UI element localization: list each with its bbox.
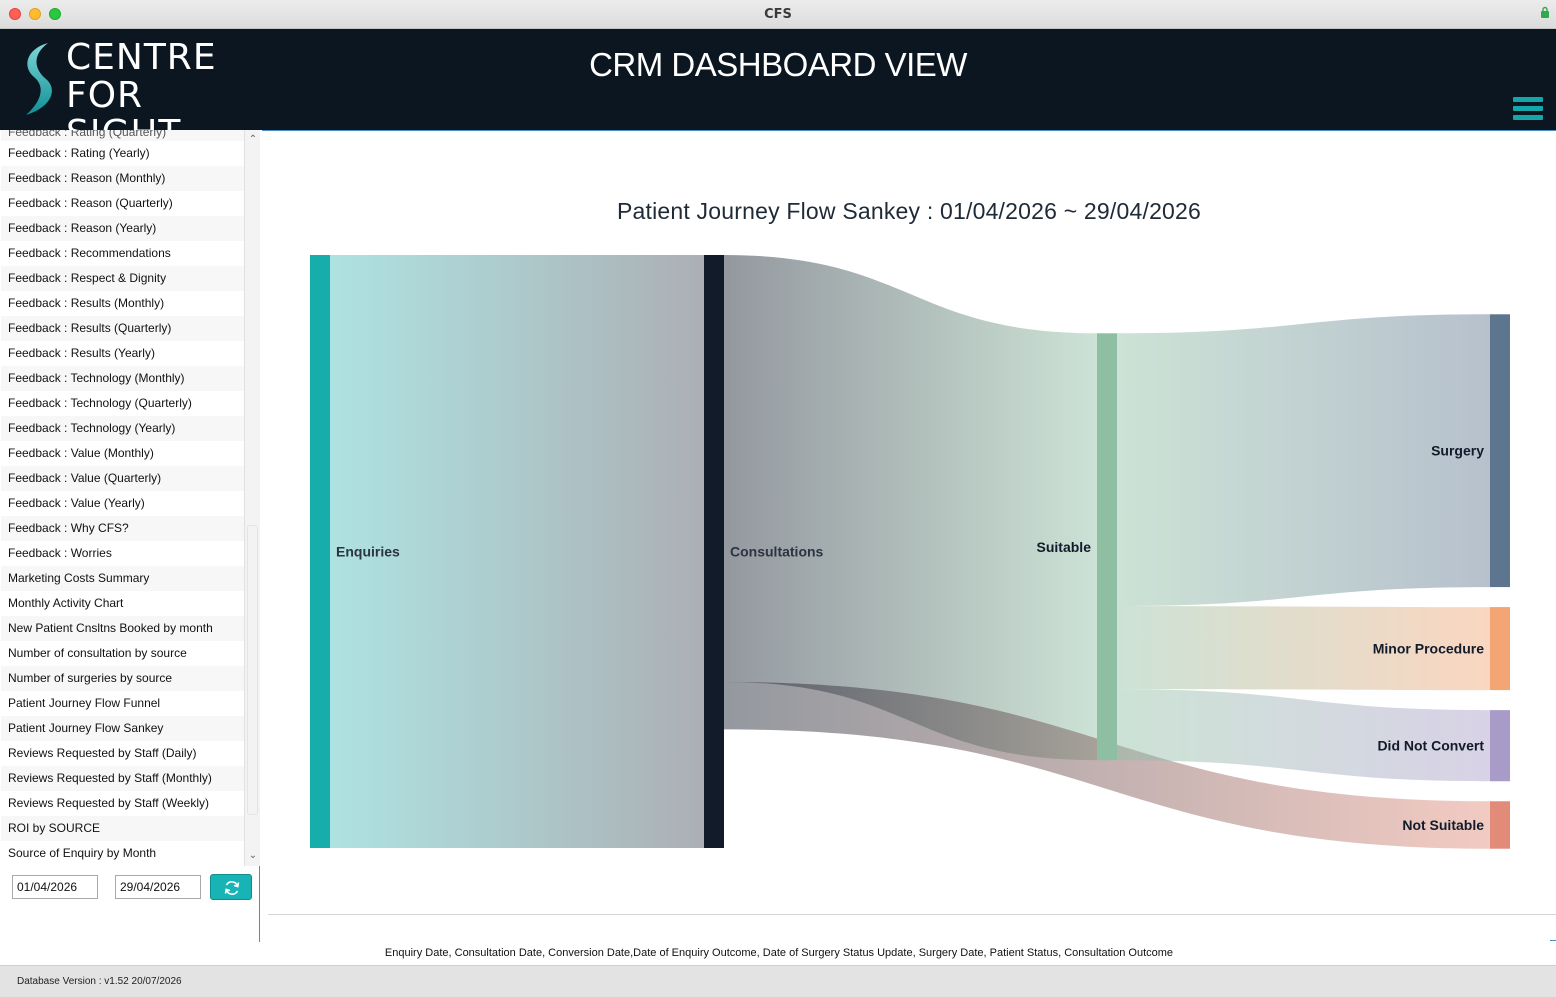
hamburger-menu-icon[interactable] <box>1513 97 1543 125</box>
sankey-node-minor-procedure[interactable] <box>1490 607 1510 691</box>
sankey-node-label: Not Suitable <box>1402 817 1484 833</box>
report-list-item[interactable]: Feedback : Value (Monthly) <box>1 441 244 466</box>
refresh-button[interactable] <box>210 874 252 900</box>
report-list-item[interactable]: Feedback : Reason (Monthly) <box>1 166 244 191</box>
lock-icon <box>1541 6 1549 18</box>
report-list-item[interactable]: Patient Journey Flow Sankey <box>1 716 244 741</box>
report-list-item[interactable]: Feedback : Value (Yearly) <box>1 491 244 516</box>
report-list-item[interactable]: Feedback : Results (Monthly) <box>1 291 244 316</box>
title-bar: CFS <box>0 0 1556 29</box>
report-list-item[interactable]: Feedback : Respect & Dignity <box>1 266 244 291</box>
scroll-up-arrow-icon[interactable]: ⌃ <box>245 132 261 148</box>
report-list-item[interactable]: Patient Journey Flow Funnel <box>1 691 244 716</box>
report-sidebar: Feedback : Rating (Quarterly) Feedback :… <box>1 130 260 942</box>
report-list-item[interactable]: Feedback : Why CFS? <box>1 516 244 541</box>
sankey-node-label: Did Not Convert <box>1377 738 1484 754</box>
sankey-link-suitable-to-surgery[interactable] <box>1117 314 1490 607</box>
sankey-node-did-not-convert[interactable] <box>1490 710 1510 782</box>
report-list-item[interactable]: Feedback : Results (Yearly) <box>1 341 244 366</box>
report-list-item[interactable]: Feedback : Rating (Yearly) <box>1 141 244 166</box>
report-list-item[interactable]: Reviews Requested by Staff (Weekly) <box>1 791 244 816</box>
scroll-down-arrow-icon[interactable]: ⌄ <box>245 848 261 864</box>
sankey-node-surgery[interactable] <box>1490 314 1510 588</box>
report-list-item[interactable]: Feedback : Rating (Quarterly) <box>1 130 244 141</box>
sankey-node-label: Suitable <box>1037 539 1092 555</box>
status-bar: Database Version : v1.52 20/07/2026 <box>0 965 1556 997</box>
report-list-item[interactable]: Number of consultation by source <box>1 641 244 666</box>
sankey-node-label: Consultations <box>730 544 824 560</box>
sankey-node-suitable[interactable] <box>1097 333 1117 761</box>
date-fields-text: Enquiry Date, Consultation Date, Convers… <box>384 947 1174 959</box>
report-list-item[interactable]: Feedback : Technology (Quarterly) <box>1 391 244 416</box>
date-to-input[interactable] <box>115 875 201 899</box>
report-list-scrollbar[interactable]: ⌃ ⌄ <box>244 130 260 866</box>
scroll-thumb[interactable] <box>247 525 258 815</box>
date-fields-caption: Enquiry Date, Consultation Date, Convers… <box>0 947 1556 959</box>
report-list-item[interactable]: Feedback : Technology (Monthly) <box>1 366 244 391</box>
date-range-controls <box>1 873 260 905</box>
report-list-item[interactable]: New Patient Cnsltns Booked by month <box>1 616 244 641</box>
dashboard-title: CRM DASHBOARD VIEW <box>589 46 967 83</box>
report-list-item[interactable]: Feedback : Reason (Quarterly) <box>1 191 244 216</box>
database-version: Database Version : v1.52 20/07/2026 <box>17 976 182 987</box>
sankey-node-not-suitable[interactable] <box>1490 801 1510 849</box>
report-list-item[interactable]: Feedback : Worries <box>1 541 244 566</box>
app-window: CFS CENTRE FOR SIGHT CRM DASHBOARD V <box>0 0 1556 997</box>
app-header: CENTRE FOR SIGHT CRM DASHBOARD VIEW <box>0 29 1556 153</box>
panel-divider <box>268 914 1556 915</box>
report-list-item[interactable]: Marketing Costs Summary <box>1 566 244 591</box>
report-list-item[interactable]: Feedback : Reason (Yearly) <box>1 216 244 241</box>
report-list-item[interactable]: Feedback : Results (Quarterly) <box>1 316 244 341</box>
report-list-item[interactable]: Reviews Requested by Staff (Monthly) <box>1 766 244 791</box>
date-from-input[interactable] <box>12 875 98 899</box>
report-list-item[interactable]: Feedback : Recommendations <box>1 241 244 266</box>
sankey-chart: Enquiries Consultations Suitable Surgery Min… <box>310 255 1510 849</box>
report-list-item[interactable]: Reviews Requested by Staff (Daily) <box>1 741 244 766</box>
sankey-node-label: Enquiries <box>336 544 400 560</box>
report-list[interactable]: Feedback : Rating (Quarterly) Feedback :… <box>1 130 244 866</box>
report-list-item[interactable]: Feedback : Technology (Yearly) <box>1 416 244 441</box>
report-list-item[interactable]: Number of surgeries by source <box>1 666 244 691</box>
report-list-item[interactable]: Source of Enquiry by Month <box>1 841 244 866</box>
report-list-item[interactable]: Monthly Activity Chart <box>1 591 244 616</box>
sankey-node-label: Surgery <box>1431 443 1484 459</box>
chart-panel: Patient Journey Flow Sankey : 01/04/2026… <box>262 130 1556 940</box>
report-list-item[interactable]: ROI by SOURCE <box>1 816 244 841</box>
panel-edge-mark <box>1550 940 1556 941</box>
report-list-item[interactable]: Feedback : Value (Quarterly) <box>1 466 244 491</box>
sankey-node-consultations[interactable] <box>704 255 724 848</box>
sankey-node-label: Minor Procedure <box>1373 641 1484 657</box>
sankey-node-enquiries[interactable] <box>310 255 330 848</box>
refresh-icon <box>224 881 240 895</box>
window-title: CFS <box>764 7 792 22</box>
